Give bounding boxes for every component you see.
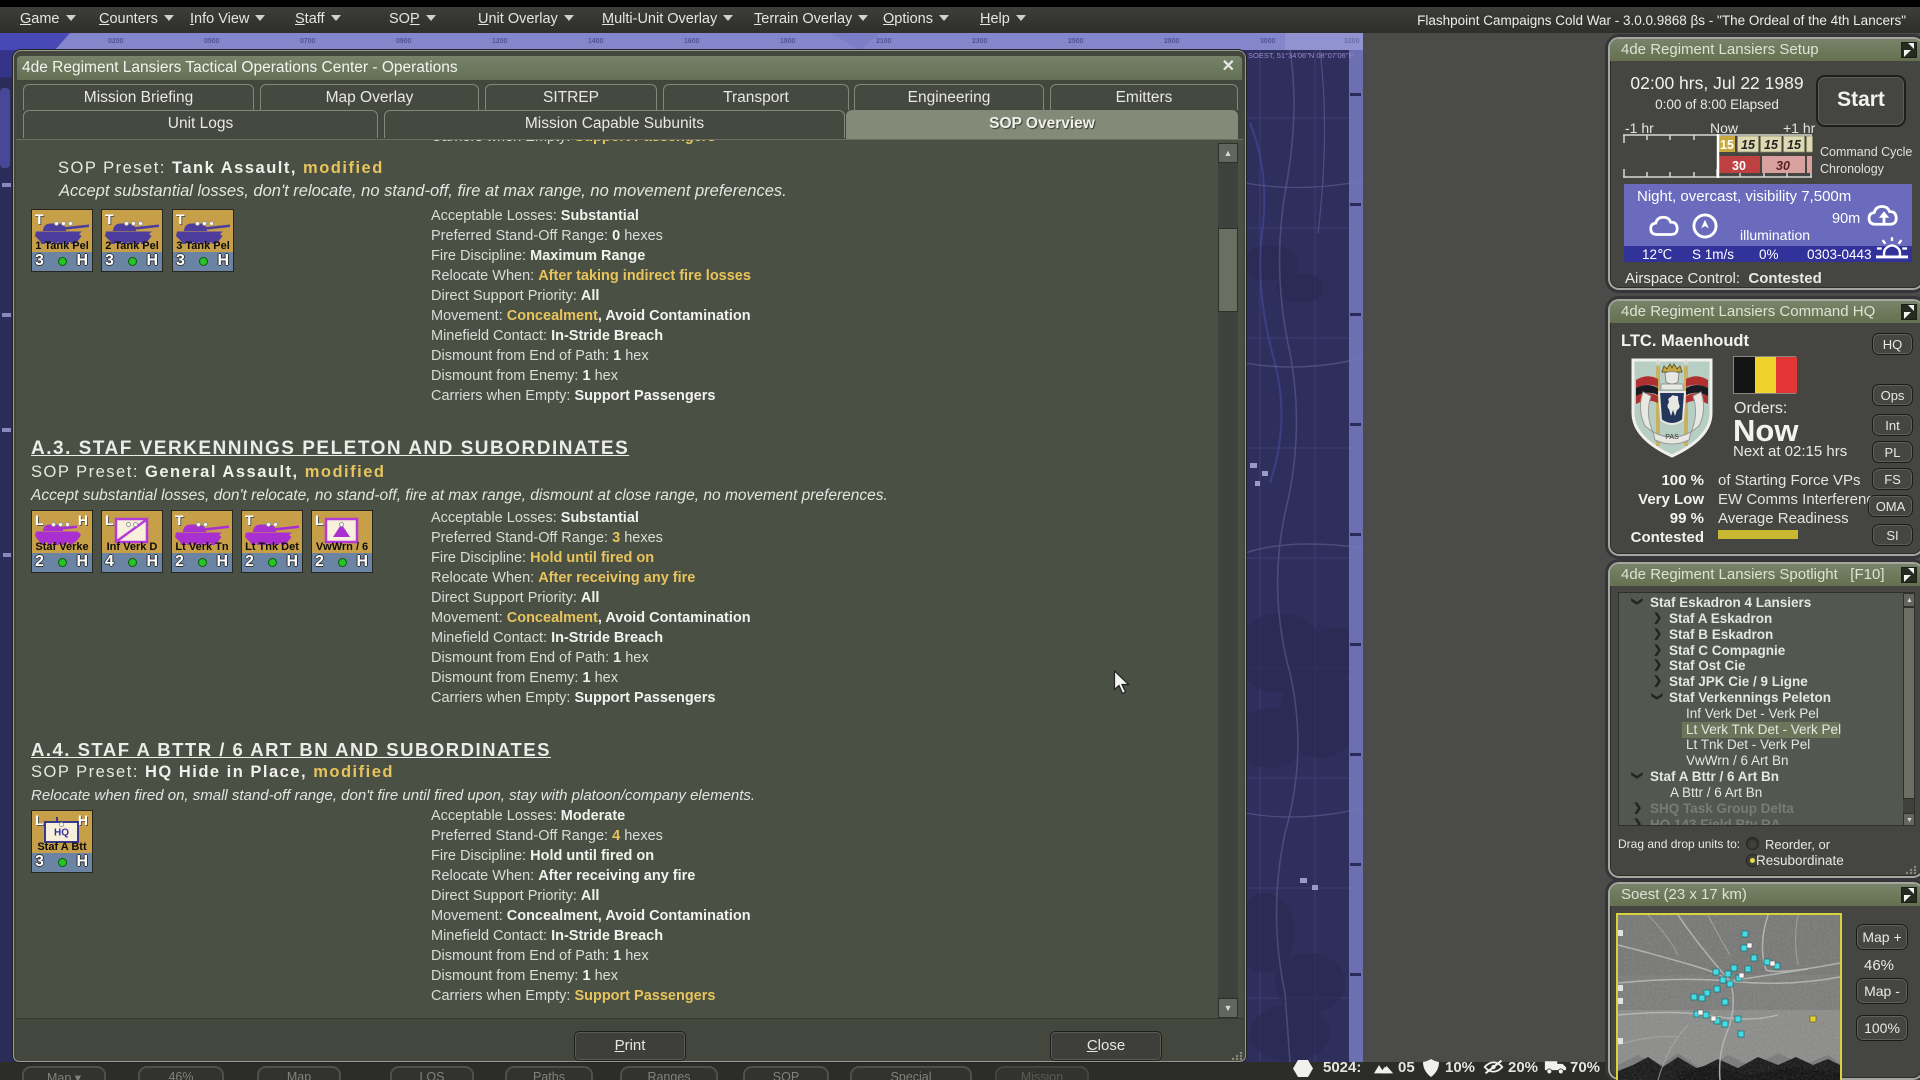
- svg-text:2800: 2800: [1164, 38, 1180, 45]
- svg-text:0900: 0900: [396, 38, 412, 45]
- svg-text:0200: 0200: [108, 38, 124, 45]
- svg-text:0500: 0500: [204, 38, 220, 45]
- svg-text:1600: 1600: [684, 38, 700, 45]
- svg-text:30: 30: [1776, 159, 1790, 173]
- svg-text:15: 15: [1764, 138, 1779, 152]
- svg-text:2300: 2300: [972, 38, 988, 45]
- svg-text:3000: 3000: [1260, 38, 1276, 45]
- svg-text:SOEST, 51°34'06"N 08°07'06"E: SOEST, 51°34'06"N 08°07'06"E: [1248, 51, 1354, 60]
- svg-text:2500: 2500: [1068, 38, 1084, 45]
- svg-text:PAS: PAS: [1665, 434, 1679, 441]
- svg-text:30: 30: [1732, 159, 1746, 173]
- svg-text:15: 15: [1720, 138, 1734, 152]
- svg-text:0700: 0700: [300, 38, 316, 45]
- svg-text:1800: 1800: [780, 38, 796, 45]
- svg-text:15: 15: [1741, 138, 1756, 152]
- svg-text:2100: 2100: [876, 38, 892, 45]
- svg-text:15: 15: [1787, 138, 1802, 152]
- svg-text:1200: 1200: [492, 38, 508, 45]
- svg-text:1400: 1400: [588, 38, 604, 45]
